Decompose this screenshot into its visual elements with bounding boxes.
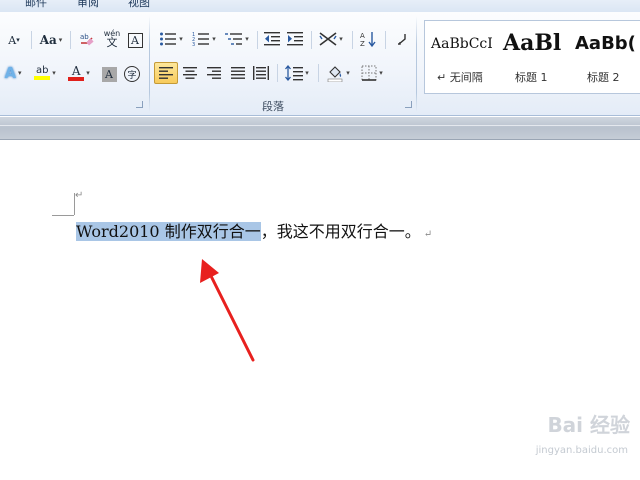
baidu-watermark: Bai 经验 jingyan.baidu.com: [500, 409, 630, 469]
watermark-url: jingyan.baidu.com: [535, 445, 628, 456]
watermark-logo: Bai 经验: [547, 413, 630, 437]
arrow-head: [200, 259, 219, 283]
annotation-arrow: [200, 259, 255, 362]
arrow-shaft: [206, 268, 255, 362]
